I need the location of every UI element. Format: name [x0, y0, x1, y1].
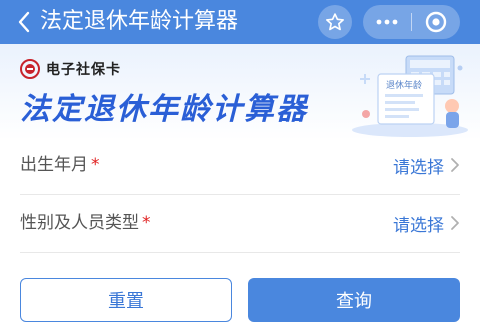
calculator-illustration: 退休年龄 — [352, 55, 468, 137]
required-mark: * — [91, 155, 100, 175]
header-banner: 电子社保卡 法定退休年龄计算器 退休年龄 — [0, 44, 480, 140]
brand-text: 电子社保卡 — [46, 62, 121, 78]
required-mark: * — [142, 213, 151, 233]
back-button[interactable] — [14, 8, 34, 36]
birth-date-row[interactable]: 出生年月 * 请选择 — [20, 136, 460, 195]
more-dots-icon — [376, 19, 398, 25]
chevron-left-icon — [18, 11, 30, 33]
gender-type-select[interactable]: 请选择 — [393, 194, 460, 252]
illustration-text: 退休年龄 — [386, 79, 422, 91]
page-title: 法定退休年龄计算器 — [20, 92, 308, 127]
birth-date-select[interactable]: 请选择 — [393, 136, 460, 194]
capsule-menu — [363, 5, 460, 39]
query-button[interactable]: 查询 — [248, 278, 460, 322]
star-icon — [326, 13, 344, 31]
nav-bar: 法定退休年龄计算器 — [0, 0, 480, 44]
more-button[interactable] — [363, 5, 411, 39]
mini-program-close-icon — [425, 11, 446, 33]
chevron-right-icon — [451, 158, 459, 172]
brand: 电子社保卡 — [20, 58, 121, 80]
gender-type-row[interactable]: 性别及人员类型 * 请选择 — [20, 194, 460, 253]
birth-date-value: 请选择 — [393, 157, 444, 178]
gender-type-label: 性别及人员类型 * — [20, 213, 151, 233]
reset-button[interactable]: 重置 — [20, 278, 232, 322]
chevron-right-icon — [451, 216, 459, 230]
social-security-logo-icon — [20, 59, 40, 79]
birth-date-label: 出生年月 * — [20, 155, 100, 175]
nav-title: 法定退休年龄计算器 — [40, 9, 239, 34]
close-button[interactable] — [412, 5, 459, 39]
favorite-button[interactable] — [318, 5, 352, 39]
gender-type-value: 请选择 — [393, 215, 444, 236]
